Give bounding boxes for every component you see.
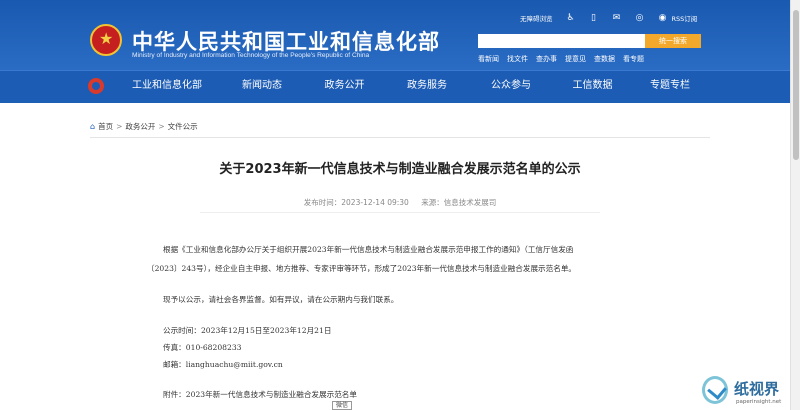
article-paragraph: 〔2023〕243号），经企业自主申报、地方推荐、专家评审等环节，形成了2023… [147, 264, 577, 273]
publish-time: 发布时间：2023-12-14 09:30 [303, 198, 409, 207]
nav-item-topics[interactable]: 专题专栏 [635, 71, 705, 101]
accessibility-link[interactable]: 无障碍浏览 [520, 13, 553, 23]
main-nav: 工业和信息化部 新闻动态 政务公开 政务服务 公众参与 工信数据 专题专栏 [0, 70, 800, 100]
nav-item-gov-affairs[interactable]: 政务公开 [307, 71, 382, 101]
quick-link-feedback[interactable]: 提意见 [565, 54, 586, 64]
accessibility-person-icon[interactable]: ♿ [566, 13, 576, 23]
site-subtitle: Ministry of Industry and Information Tec… [132, 52, 370, 59]
watermark-text: 纸视界 [734, 380, 780, 398]
wechat-share-button[interactable]: 微信 [332, 401, 352, 410]
watermark-logo-icon [702, 376, 728, 404]
mail-icon[interactable]: ✉ [612, 13, 622, 23]
rss-link[interactable]: RSS订阅 [672, 13, 698, 23]
article-meta: 发布时间：2023-12-14 09:30 来源：信息技术发展司 [0, 197, 800, 208]
article-title: 关于2023年新一代信息技术与制造业融合发展示范名单的公示 [219, 162, 581, 177]
contact-fax: 传真：010-68208233 [163, 343, 242, 352]
meta-divider [200, 212, 600, 213]
mobile-icon[interactable]: ▯ [589, 13, 599, 23]
nav-item-public-participation[interactable]: 公众参与 [472, 71, 550, 101]
quick-link-topics[interactable]: 看专题 [623, 54, 644, 64]
article-paragraph: 根据《工业和信息化部办公厅关于组织开展2023年新一代信息技术与制造业融合发展示… [163, 245, 574, 254]
article-paragraph: 现予以公示，请社会各界监督。如有异议，请在公示期内与我们联系。 [163, 295, 399, 304]
wechat-icon[interactable]: ◎ [635, 13, 645, 23]
attachment-link[interactable]: 附件：2023年新一代信息技术与制造业融合发展示范名单 [163, 389, 357, 400]
nav-item-gov-services[interactable]: 政务服务 [382, 71, 472, 101]
breadcrumb-separator: > [116, 122, 123, 131]
quick-link-services[interactable]: 查办事 [536, 54, 557, 64]
notice-period: 公示时间：2023年12月15日至2023年12月21日 [163, 326, 332, 335]
breadcrumb-divider [90, 137, 710, 138]
breadcrumb-separator: > [158, 122, 165, 131]
search-input[interactable] [478, 34, 645, 48]
watermark-url: paperinsight.net [736, 399, 782, 405]
quick-link-data[interactable]: 查数据 [594, 54, 615, 64]
home-icon: ⌂ [90, 122, 96, 131]
quick-link-files[interactable]: 找文件 [507, 54, 528, 64]
ministry-logo-icon[interactable] [88, 78, 104, 94]
nav-item-news[interactable]: 新闻动态 [217, 71, 307, 101]
watermark: 纸视界 paperinsight.net [702, 376, 794, 410]
quick-links: 看新闻 找文件 查办事 提意见 查数据 看专题 [478, 54, 644, 64]
national-emblem-icon [90, 24, 122, 56]
breadcrumb-gov-affairs[interactable]: 政务公开 [125, 121, 155, 132]
nav-item-ministry[interactable]: 工业和信息化部 [117, 71, 217, 101]
scrollbar-thumb[interactable] [793, 10, 799, 160]
contact-email[interactable]: 邮箱：lianghuachu@miit.gov.cn [163, 359, 283, 370]
top-utility-bar: 无障碍浏览 ♿ ▯ ✉ ◎ ◉ RSS订阅 [520, 11, 697, 25]
breadcrumb: ⌂ 首页 > 政务公开 > 文件公示 [90, 121, 198, 132]
weibo-icon[interactable]: ◉ [658, 13, 668, 23]
breadcrumb-home[interactable]: 首页 [98, 121, 113, 132]
vertical-scrollbar[interactable] [790, 0, 800, 410]
quick-link-news[interactable]: 看新闻 [478, 54, 499, 64]
breadcrumb-file-notice[interactable]: 文件公示 [168, 121, 198, 132]
search-button[interactable]: 统一搜索 [645, 34, 701, 48]
nav-item-data[interactable]: 工信数据 [550, 71, 635, 101]
article-source: 来源：信息技术发展司 [421, 198, 497, 207]
